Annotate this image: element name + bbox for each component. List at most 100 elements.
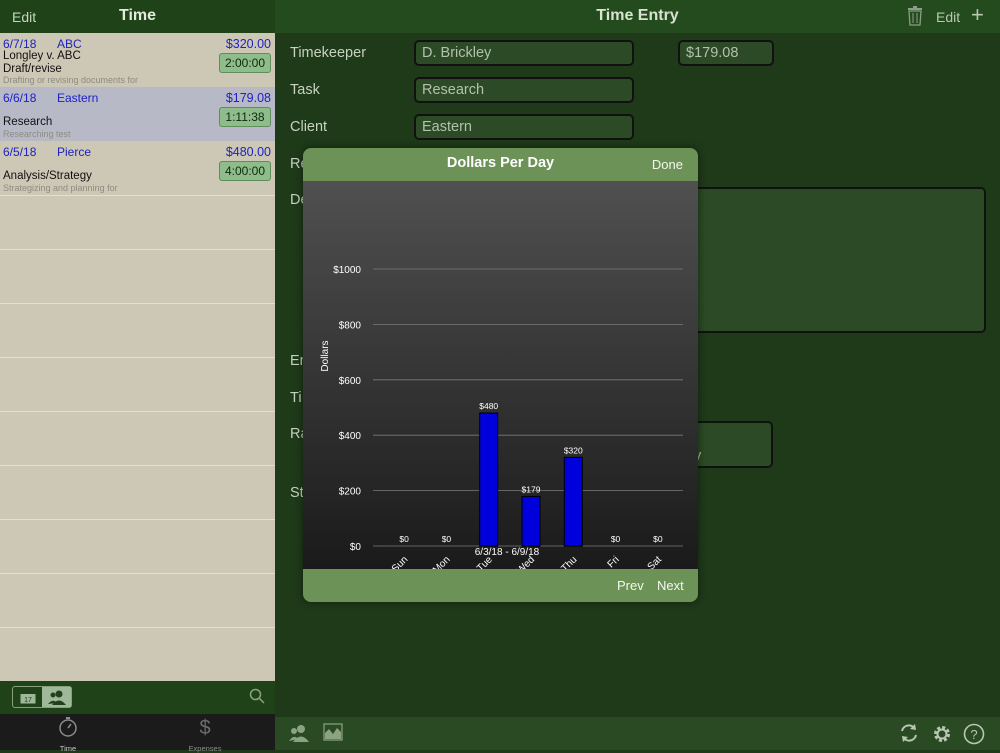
x-tick-label: Sat xyxy=(646,554,665,569)
row-divider xyxy=(0,303,275,304)
x-tick-label: Mon xyxy=(431,554,453,569)
entry-date: 6/7/18 xyxy=(3,37,37,51)
done-button[interactable]: Done xyxy=(652,157,683,172)
trash-icon[interactable] xyxy=(907,6,923,31)
entry-description: Drafting or revising documents for xyxy=(3,75,139,85)
add-icon[interactable]: + xyxy=(971,4,984,26)
client-view-icon[interactable] xyxy=(42,687,71,707)
amount-field[interactable]: $179.08 xyxy=(678,40,774,66)
task-field[interactable]: Research xyxy=(414,77,634,103)
stopwatch-icon xyxy=(57,717,79,742)
data-label: $179 xyxy=(522,484,541,494)
people-icon[interactable] xyxy=(289,723,311,748)
y-tick-label: $1000 xyxy=(333,265,361,276)
time-entry-row[interactable]: 6/7/18 ABC $320.00 Longley v. ABC Draft/… xyxy=(0,33,275,87)
time-entry-row[interactable]: 6/5/18 Pierce $480.00 Analysis/Strategy … xyxy=(0,141,275,195)
search-icon[interactable] xyxy=(249,688,265,709)
client-label: Client xyxy=(290,119,328,135)
svg-text:17: 17 xyxy=(24,697,32,704)
left-nav-bar: Edit Time xyxy=(0,0,275,33)
tab-time[interactable]: Time xyxy=(33,716,103,753)
entry-amount: $179.08 xyxy=(225,91,271,105)
row-divider xyxy=(0,465,275,466)
entry-timer-button[interactable]: 2:00:00 xyxy=(219,53,271,73)
entry-task: Analysis/Strategy xyxy=(3,170,92,182)
entry-timer-button[interactable]: 4:00:00 xyxy=(219,161,271,181)
y-tick-label: $400 xyxy=(339,431,362,442)
data-label: $320 xyxy=(564,445,583,455)
tab-label: Time xyxy=(59,744,77,753)
entry-amount: $320.00 xyxy=(225,37,271,51)
list-title: Time xyxy=(118,7,157,24)
row-divider xyxy=(0,195,275,196)
y-tick-label: $200 xyxy=(339,487,362,498)
x-tick-label: Fri xyxy=(606,554,622,569)
row-divider xyxy=(0,411,275,412)
y-tick-label: $800 xyxy=(339,320,362,331)
entry-client: ABC xyxy=(57,37,82,51)
bar-thu[interactable] xyxy=(563,456,583,547)
chart-icon[interactable] xyxy=(323,723,343,746)
popup-title: Dollars Per Day xyxy=(446,155,555,171)
x-axis-label: 6/3/18 - 6/9/18 xyxy=(475,547,540,558)
y-tick-label: $600 xyxy=(339,376,362,387)
list-toolbar: 17 xyxy=(0,681,275,714)
entry-description: Researching test xyxy=(3,129,71,139)
time-list-panel: Edit Time 6/7/18 ABC $320.00 Longley v. … xyxy=(0,0,275,753)
tab-bar: Time $ Expenses xyxy=(0,714,275,753)
data-label: $0 xyxy=(442,534,452,544)
detail-edit-button[interactable]: Edit xyxy=(936,9,960,25)
tab-label: Expenses xyxy=(188,744,222,753)
data-label: $0 xyxy=(399,534,409,544)
tab-expenses[interactable]: $ Expenses xyxy=(170,716,240,753)
dollars-per-day-popup: Dollars Per Day Done $0 $200 $400 $600 $800 $… xyxy=(303,148,698,602)
bar-wed[interactable] xyxy=(521,495,541,547)
timekeeper-label: Timekeeper xyxy=(290,45,367,61)
row-divider xyxy=(0,519,275,520)
entry-timer-button[interactable]: 1:11:38 xyxy=(219,107,271,127)
view-segmented-control[interactable]: 17 xyxy=(12,686,72,708)
description-field[interactable] xyxy=(678,187,986,333)
bar-chart: $0$200$400$600$800$1000$0Sun$0Mon$480Tue… xyxy=(320,265,683,569)
entry-task: Draft/revise xyxy=(3,63,62,75)
row-divider xyxy=(0,627,275,628)
data-label: $0 xyxy=(611,534,621,544)
bar-tue[interactable] xyxy=(479,412,499,547)
detail-toolbar: ? xyxy=(275,717,1000,750)
y-axis-label: Dollars xyxy=(320,340,331,371)
row-divider xyxy=(0,357,275,358)
entry-date: 6/6/18 xyxy=(3,91,37,105)
client-field[interactable]: Eastern xyxy=(414,114,634,140)
gear-icon[interactable] xyxy=(931,723,953,750)
entry-description: Strategizing and planning for xyxy=(3,183,118,193)
popup-footer: Prev Next xyxy=(303,569,698,602)
st-label: St xyxy=(290,485,304,501)
detail-nav-bar: Time Entry Edit + xyxy=(275,0,1000,33)
popup-header: Dollars Per Day Done xyxy=(303,148,698,181)
x-tick-label: Sun xyxy=(390,554,410,569)
entry-task: Research xyxy=(3,116,53,128)
data-label: $480 xyxy=(479,401,498,411)
entry-date: 6/5/18 xyxy=(3,145,37,159)
prev-button[interactable]: Prev xyxy=(617,578,644,593)
data-label: $0 xyxy=(653,534,663,544)
svg-text:?: ? xyxy=(970,727,977,742)
dollar-icon: $ xyxy=(194,717,216,742)
sync-icon[interactable] xyxy=(899,723,919,748)
next-button[interactable]: Next xyxy=(657,578,684,593)
x-tick-label: Thu xyxy=(559,554,579,569)
detail-title: Time Entry xyxy=(596,7,679,24)
timekeeper-field[interactable]: D. Brickley xyxy=(414,40,634,66)
entry-amount: $480.00 xyxy=(225,145,271,159)
row-divider xyxy=(0,249,275,250)
task-label: Task xyxy=(290,82,320,98)
ti-label: Ti xyxy=(290,390,302,406)
entry-matter: Longley v. ABC xyxy=(3,50,81,62)
y-tick-label: $0 xyxy=(350,542,362,553)
entry-client: Eastern xyxy=(57,91,99,105)
help-icon[interactable]: ? xyxy=(963,723,985,750)
row-divider xyxy=(0,573,275,574)
time-entry-row[interactable]: 6/6/18 Eastern $179.08 Research Research… xyxy=(0,87,275,141)
svg-text:$: $ xyxy=(199,717,210,738)
calendar-view-icon[interactable]: 17 xyxy=(13,687,42,707)
